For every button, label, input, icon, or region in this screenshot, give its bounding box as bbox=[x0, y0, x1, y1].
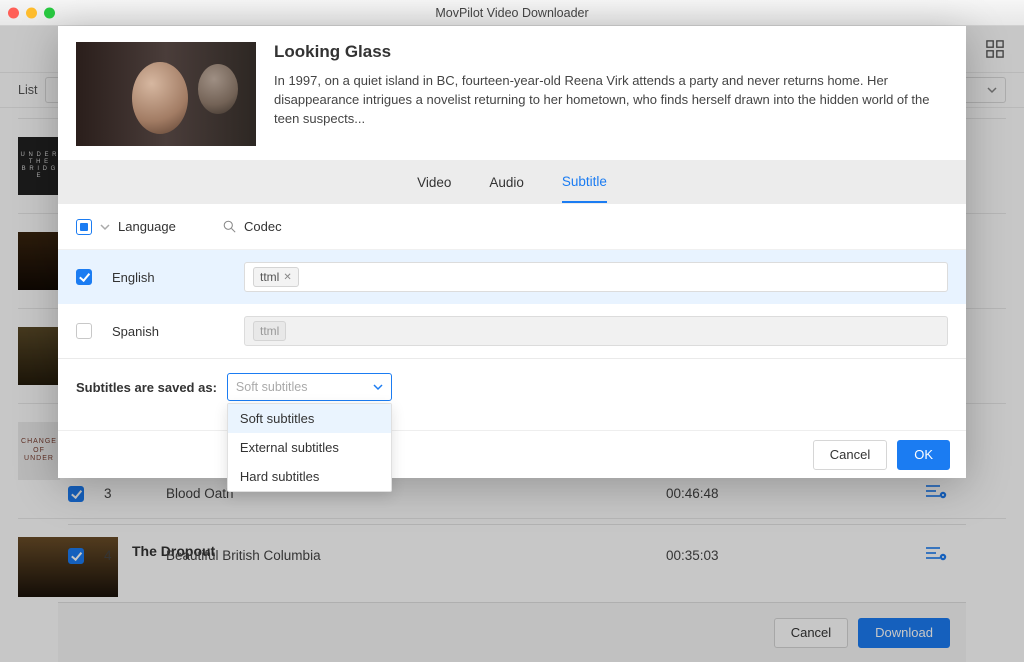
language-checkbox[interactable] bbox=[76, 323, 92, 339]
column-label-language: Language bbox=[118, 219, 176, 234]
saved-as-select[interactable]: Soft subtitles bbox=[227, 373, 392, 401]
movie-title: Looking Glass bbox=[274, 42, 948, 62]
codec-input: ttml bbox=[244, 316, 948, 346]
titlebar: MovPilot Video Downloader bbox=[0, 0, 1024, 26]
language-row[interactable]: Spanish ttml bbox=[58, 304, 966, 358]
saved-as-dropdown[interactable]: Soft subtitles Soft subtitles External s… bbox=[227, 373, 392, 401]
saved-as-placeholder: Soft subtitles bbox=[236, 380, 308, 394]
select-all-checkbox[interactable] bbox=[76, 219, 92, 235]
dropdown-option[interactable]: Soft subtitles bbox=[228, 404, 391, 433]
column-label-codec: Codec bbox=[244, 219, 282, 234]
window-controls[interactable] bbox=[8, 7, 55, 18]
poster-image bbox=[76, 42, 256, 146]
chevron-down-icon bbox=[373, 382, 383, 392]
remove-codec-icon[interactable]: ✕ bbox=[283, 272, 291, 283]
language-name: Spanish bbox=[112, 324, 159, 339]
tab-subtitle[interactable]: Subtitle bbox=[562, 162, 607, 203]
close-window-icon[interactable] bbox=[8, 7, 19, 18]
search-icon[interactable] bbox=[223, 220, 236, 233]
movie-description: In 1997, on a quiet island in BC, fourte… bbox=[274, 72, 948, 129]
dropdown-option[interactable]: External subtitles bbox=[228, 433, 391, 462]
language-name: English bbox=[112, 270, 155, 285]
language-row[interactable]: English ttml ✕ bbox=[58, 250, 966, 304]
download-settings-modal: Looking Glass In 1997, on a quiet island… bbox=[58, 26, 966, 478]
language-table-header: Language Codec bbox=[58, 204, 966, 250]
dropdown-option[interactable]: Hard subtitles bbox=[228, 462, 391, 491]
modal-cancel-button[interactable]: Cancel bbox=[813, 440, 887, 470]
zoom-window-icon[interactable] bbox=[44, 7, 55, 18]
language-checkbox[interactable] bbox=[76, 269, 92, 285]
codec-input[interactable]: ttml ✕ bbox=[244, 262, 948, 292]
modal-ok-button[interactable]: OK bbox=[897, 440, 950, 470]
codec-tag-label: ttml bbox=[260, 270, 279, 284]
chevron-down-icon[interactable] bbox=[100, 222, 110, 232]
saved-as-label: Subtitles are saved as: bbox=[76, 380, 217, 395]
tab-audio[interactable]: Audio bbox=[489, 163, 524, 202]
saved-as-menu: Soft subtitles External subtitles Hard s… bbox=[227, 403, 392, 492]
minimize-window-icon[interactable] bbox=[26, 7, 37, 18]
codec-tag-label: ttml bbox=[260, 324, 279, 338]
tab-strip: Video Audio Subtitle bbox=[58, 160, 966, 204]
tab-video[interactable]: Video bbox=[417, 163, 451, 202]
modal-footer: Cancel OK bbox=[58, 430, 966, 478]
window-title: MovPilot Video Downloader bbox=[435, 6, 588, 20]
modal-header: Looking Glass In 1997, on a quiet island… bbox=[58, 26, 966, 160]
codec-tag[interactable]: ttml ✕ bbox=[253, 267, 299, 287]
codec-tag: ttml bbox=[253, 321, 286, 341]
saved-as-row: Subtitles are saved as: Soft subtitles S… bbox=[58, 358, 966, 401]
